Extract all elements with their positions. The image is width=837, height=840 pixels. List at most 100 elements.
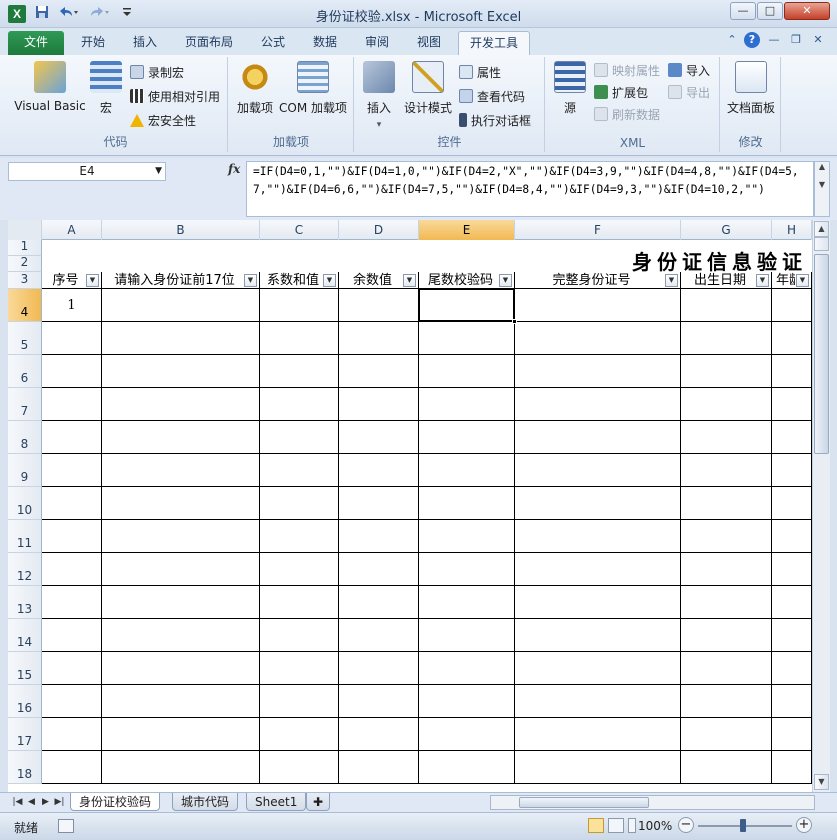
cell-b10[interactable] — [102, 487, 260, 520]
cell-f6[interactable] — [515, 355, 681, 388]
column-header-a[interactable]: A — [42, 220, 102, 240]
header-cell-c[interactable]: 系数和值 ▼ — [260, 272, 339, 289]
cell-b4[interactable] — [102, 289, 260, 322]
row-header-11[interactable]: 11 — [8, 520, 42, 553]
row-header-6[interactable]: 6 — [8, 355, 42, 388]
cell-h15[interactable] — [772, 652, 812, 685]
column-header-h[interactable]: H — [772, 220, 812, 240]
cell-a9[interactable] — [42, 454, 102, 487]
cell-b16[interactable] — [102, 685, 260, 718]
cell-a12[interactable] — [42, 553, 102, 586]
row-header-2[interactable]: 2 — [8, 255, 42, 272]
cell-g16[interactable] — [681, 685, 772, 718]
row-header-12[interactable]: 12 — [8, 553, 42, 586]
zoom-slider-knob[interactable] — [740, 819, 746, 832]
refresh-data-button[interactable]: 刷新数据 — [594, 105, 660, 125]
column-header-b[interactable]: B — [102, 220, 260, 240]
cell-g14[interactable] — [681, 619, 772, 652]
xml-import-button[interactable]: 导入 — [668, 61, 710, 81]
cell-a7[interactable] — [42, 388, 102, 421]
filter-dropdown-icon[interactable]: ▼ — [323, 274, 336, 287]
cell-c4[interactable] — [260, 289, 339, 322]
cell-d8[interactable] — [339, 421, 419, 454]
workbook-minimize-icon[interactable]: — — [766, 32, 782, 48]
row-header-1[interactable]: 1 — [8, 239, 42, 256]
select-all-corner[interactable] — [8, 220, 42, 240]
header-cell-b[interactable]: 请输入身份证前17位 ▼ — [102, 272, 260, 289]
column-header-c[interactable]: C — [260, 220, 339, 240]
cell-d9[interactable] — [339, 454, 419, 487]
cell-f10[interactable] — [515, 487, 681, 520]
cell-h4[interactable] — [772, 289, 812, 322]
maximize-button[interactable]: □ — [757, 2, 783, 20]
tab-file[interactable]: 文件 — [8, 31, 64, 55]
header-cell-h[interactable]: 年龄▼ — [772, 272, 812, 289]
header-cell-g[interactable]: 出生日期 ▼ — [681, 272, 772, 289]
view-code-button[interactable]: 查看代码 — [459, 87, 525, 107]
cell-a4[interactable]: 1 — [42, 289, 102, 322]
filter-dropdown-icon[interactable]: ▼ — [756, 274, 769, 287]
cell-d6[interactable] — [339, 355, 419, 388]
cell-d10[interactable] — [339, 487, 419, 520]
column-header-f[interactable]: F — [515, 220, 681, 240]
vertical-scrollbar[interactable]: ▲ ▼ — [812, 220, 830, 792]
cell-c10[interactable] — [260, 487, 339, 520]
insert-sheet-icon[interactable]: ✚ — [306, 793, 331, 811]
cell-e9[interactable] — [419, 454, 515, 487]
cell-g5[interactable] — [681, 322, 772, 355]
addins-button[interactable]: 加载项 — [233, 61, 277, 116]
cell-c5[interactable] — [260, 322, 339, 355]
vertical-scroll-thumb[interactable] — [814, 254, 829, 454]
horizontal-scroll-thumb[interactable] — [519, 797, 649, 808]
cell-f5[interactable] — [515, 322, 681, 355]
header-cell-d[interactable]: 余数值 ▼ — [339, 272, 419, 289]
first-sheet-arrow-icon[interactable]: |◀ — [12, 795, 23, 809]
macros-button[interactable]: 宏 — [88, 61, 124, 116]
cell-h10[interactable] — [772, 487, 812, 520]
cell-f16[interactable] — [515, 685, 681, 718]
tab-page-layout[interactable]: 页面布局 — [174, 31, 244, 55]
cell-f8[interactable] — [515, 421, 681, 454]
map-properties-button[interactable]: 映射属性 — [594, 61, 660, 81]
row-header-15[interactable]: 15 — [8, 652, 42, 685]
normal-view-icon[interactable] — [588, 818, 604, 833]
cell-h12[interactable] — [772, 553, 812, 586]
cell-c18[interactable] — [260, 751, 339, 784]
cell-g13[interactable] — [681, 586, 772, 619]
cell-d14[interactable] — [339, 619, 419, 652]
cell-f4[interactable] — [515, 289, 681, 322]
scroll-down-arrow-icon[interactable]: ▼ — [814, 774, 829, 790]
cell-a5[interactable] — [42, 322, 102, 355]
cell-e6[interactable] — [419, 355, 515, 388]
cell-c9[interactable] — [260, 454, 339, 487]
cell-f13[interactable] — [515, 586, 681, 619]
cell-b5[interactable] — [102, 322, 260, 355]
cell-h14[interactable] — [772, 619, 812, 652]
formula-input[interactable]: =IF(D4=0,1,"")&IF(D4=1,0,"")&IF(D4=2,"X"… — [246, 161, 814, 217]
cell-d12[interactable] — [339, 553, 419, 586]
cell-e14[interactable] — [419, 619, 515, 652]
properties-button[interactable]: 属性 — [459, 63, 501, 83]
minimize-button[interactable]: — — [730, 2, 756, 20]
worksheet-grid[interactable]: ABCDEFGH 1 2 3 4 5 6 7 8 9 10 11 12 13 14 15 16 17 18 身份证信… — [8, 220, 812, 792]
cell-c12[interactable] — [260, 553, 339, 586]
cell-a18[interactable] — [42, 751, 102, 784]
zoom-level[interactable]: 100% — [638, 819, 672, 833]
column-header-e[interactable]: E — [419, 220, 515, 240]
cell-e13[interactable] — [419, 586, 515, 619]
cell-c16[interactable] — [260, 685, 339, 718]
close-button[interactable]: ✕ — [784, 2, 830, 20]
formula-bar-scroll[interactable]: ▲ ▼ — [814, 161, 830, 217]
tab-review[interactable]: 审阅 — [354, 31, 400, 55]
cell-h16[interactable] — [772, 685, 812, 718]
tab-data[interactable]: 数据 — [302, 31, 348, 55]
cell-a6[interactable] — [42, 355, 102, 388]
active-cell-outline[interactable] — [418, 288, 517, 324]
cell-h5[interactable] — [772, 322, 812, 355]
cell-b11[interactable] — [102, 520, 260, 553]
cell-c6[interactable] — [260, 355, 339, 388]
sheet-tab-idcheck[interactable]: 身份证校验码 — [70, 793, 161, 811]
cell-h18[interactable] — [772, 751, 812, 784]
cell-a11[interactable] — [42, 520, 102, 553]
cell-e11[interactable] — [419, 520, 515, 553]
